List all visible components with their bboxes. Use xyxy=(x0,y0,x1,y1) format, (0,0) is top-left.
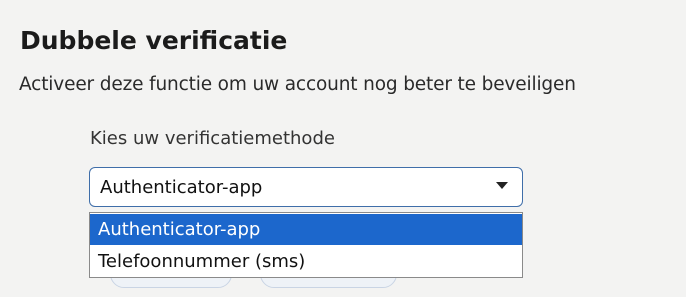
verification-method-selected-value: Authenticator-app xyxy=(100,177,263,198)
verification-method-options-list: Authenticator-app Telefoonnummer (sms) xyxy=(89,212,523,278)
option-phone-number-sms[interactable]: Telefoonnummer (sms) xyxy=(90,246,522,277)
option-authenticator-app[interactable]: Authenticator-app xyxy=(90,214,522,245)
section-description: Activeer deze functie om uw account nog … xyxy=(19,74,576,95)
section-title: Dubbele verificatie xyxy=(20,26,288,55)
chevron-down-icon[interactable] xyxy=(496,182,508,189)
two-factor-settings-panel: Dubbele verificatie Activeer deze functi… xyxy=(0,0,686,297)
verification-method-select[interactable]: Authenticator-app xyxy=(89,167,523,207)
verification-method-label: Kies uw verificatiemethode xyxy=(90,128,335,149)
